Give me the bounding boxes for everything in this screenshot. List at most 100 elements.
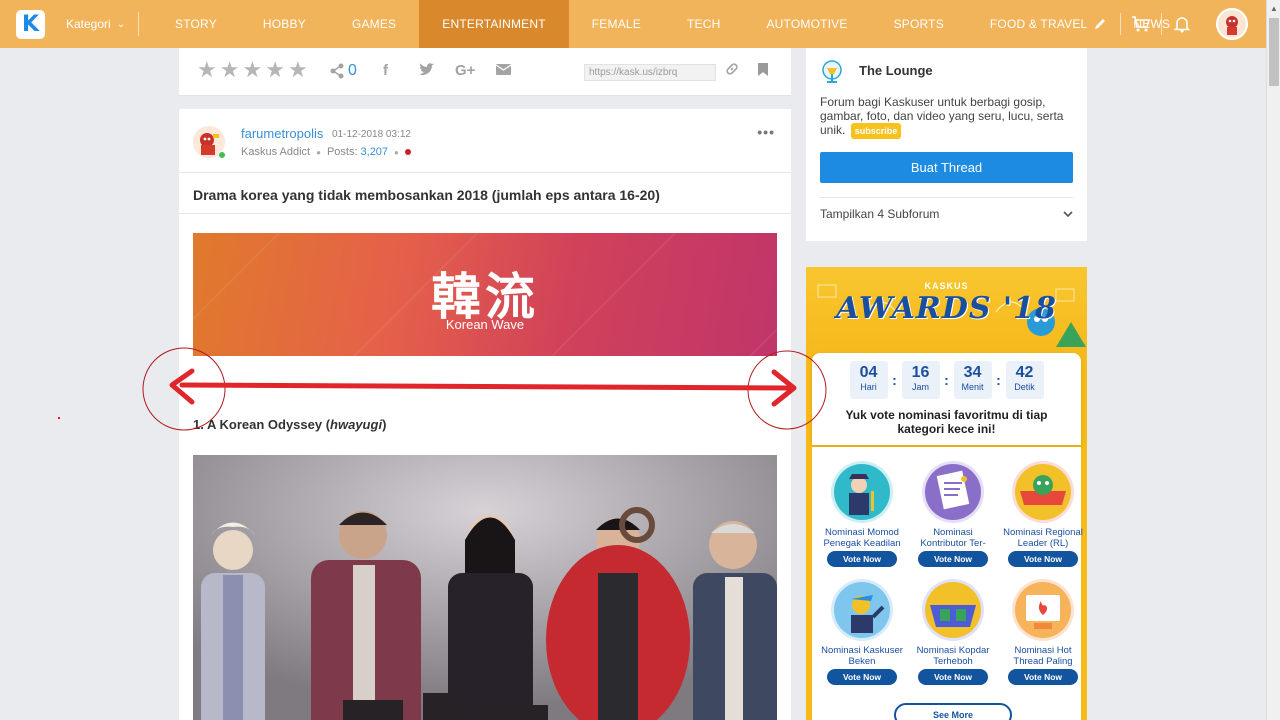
pencil-icon[interactable] [1080, 0, 1120, 48]
nomination-card[interactable]: Nominasi Momod Penegak Keadilan Vote Now [818, 461, 906, 567]
nomination-label: Nominasi Kaskuser Beken [821, 645, 903, 667]
star-icon[interactable]: ★ [288, 60, 308, 82]
nav-item-female[interactable]: FEMALE [569, 0, 664, 48]
meta-separator: ● [394, 147, 399, 157]
nomination-card[interactable]: Nominasi Kaskuser Beken Vote Now [818, 579, 906, 685]
nomination-label: Nominasi Kontributor Ter- [920, 527, 986, 549]
vote-now-button[interactable]: Vote Now [827, 551, 897, 567]
countdown-minutes: 34 Menit [953, 361, 992, 399]
star-icon[interactable]: ★ [220, 60, 240, 82]
nomination-card[interactable]: Nominasi Regional Leader (RL) Vote Now [999, 461, 1087, 567]
more-options-icon[interactable]: ••• [757, 124, 775, 140]
heading-italic: hwayugi [330, 417, 383, 432]
heading-suffix: ) [382, 417, 387, 432]
reputation-indicator [404, 149, 411, 155]
posts-label: Posts: [326, 146, 358, 158]
share-button[interactable]: 0 [329, 62, 357, 80]
nav-item-hobby[interactable]: HOBBY [240, 0, 329, 48]
nominations-grid: Nominasi Momod Penegak Keadilan Vote Now… [812, 447, 1083, 720]
nav-item-tech[interactable]: TECH [664, 0, 743, 48]
facebook-icon[interactable]: f [383, 62, 388, 79]
nomination-label: Nominasi Momod Penegak Keadilan [823, 527, 901, 549]
nav-item-games[interactable]: GAMES [329, 0, 419, 48]
poster-username[interactable]: farumetropolis [241, 126, 323, 141]
top-navbar: K Kategori ⌄ STORY HOBBY GAMES ENTERTAIN… [0, 0, 1266, 48]
scrollbar-thumb[interactable] [1269, 18, 1279, 86]
countdown-separator: : [944, 372, 949, 388]
short-url-field[interactable]: https://kask.us/izbrq [584, 64, 716, 81]
lounge-forum-card: The Lounge Forum bagi Kaskuser untuk ber… [806, 48, 1087, 241]
countdown-separator: : [996, 372, 1001, 388]
countdown-value: 42 [1015, 364, 1034, 381]
nomination-card[interactable]: Nominasi Hot Thread Paling Vote Now [999, 579, 1087, 685]
divider [179, 172, 791, 173]
nav-item-story[interactable]: STORY [152, 0, 240, 48]
share-count: 0 [348, 62, 357, 79]
countdown-unit: Detik [1014, 382, 1035, 392]
nomination-card[interactable]: Nominasi Kontributor Ter- Vote Now [909, 461, 997, 567]
poster-rank: Kaskus Addict [241, 146, 311, 158]
countdown-separator: : [892, 372, 897, 388]
rating-stars[interactable]: ★ ★ ★ ★ ★ [197, 60, 308, 82]
bookmark-icon[interactable] [758, 63, 768, 76]
bell-icon[interactable] [1162, 0, 1202, 48]
user-avatar[interactable] [1216, 8, 1248, 40]
twitter-icon[interactable] [419, 62, 435, 80]
awards-logo: KASKUS AWARDS '18 [806, 281, 1087, 326]
thread-action-bar: ★ ★ ★ ★ ★ 0 f G+ https://kask.us/izbrq [179, 48, 791, 96]
nav-item-sports[interactable]: SPORTS [871, 0, 967, 48]
star-icon[interactable]: ★ [242, 60, 262, 82]
nav-item-automotive[interactable]: AUTOMOTIVE [743, 0, 870, 48]
link-icon[interactable] [725, 62, 739, 79]
lounge-description: Forum bagi Kaskuser untuk berbagi gosip,… [820, 95, 1080, 139]
popular-kaskuser-icon [831, 579, 893, 641]
vote-now-button[interactable]: Vote Now [918, 669, 988, 685]
cart-icon[interactable] [1121, 0, 1161, 48]
thread-post: farumetropolis 01-12-2018 03:12 Kaskus A… [179, 109, 791, 720]
vote-now-button[interactable]: Vote Now [1008, 669, 1078, 685]
awards-title: AWARDS '18 [836, 291, 1057, 326]
banner-subtitle: Korean Wave [445, 317, 525, 332]
countdown-value: 16 [911, 364, 930, 381]
kategori-dropdown[interactable]: Kategori ⌄ [66, 0, 125, 48]
subscribe-button[interactable]: subscribe [850, 123, 902, 139]
awards-brand: KASKUS [924, 281, 969, 291]
star-icon[interactable]: ★ [265, 60, 285, 82]
see-more-button[interactable]: See More [894, 703, 1012, 720]
vote-now-button[interactable]: Vote Now [1008, 551, 1078, 567]
regional-leader-icon [1012, 461, 1074, 523]
create-thread-button[interactable]: Buat Thread [820, 152, 1073, 183]
poster-meta: Kaskus Addict ● Posts: 3,207 ● [241, 146, 411, 158]
posts-count[interactable]: 3,207 [361, 146, 389, 158]
hot-thread-icon [1012, 579, 1074, 641]
countdown-value: 04 [859, 364, 878, 381]
awards-cta-text: Yuk vote nominasi favoritmu di tiap kate… [845, 408, 1048, 436]
countdown-timer: 04 Hari : 16 Jam : 34 Menit : 42 Detik [812, 361, 1081, 399]
divider [820, 197, 1073, 198]
countdown-hours: 16 Jam [901, 361, 940, 399]
chevron-down-icon: ⌄ [116, 18, 126, 30]
kaskus-logo[interactable]: K [16, 10, 45, 39]
category-nav: STORY HOBBY GAMES ENTERTAINMENT FEMALE T… [152, 0, 1193, 48]
post-timestamp: 01-12-2018 03:12 [332, 129, 411, 140]
lounge-title[interactable]: The Lounge [859, 63, 933, 78]
page-scrollbar[interactable]: ▲ [1266, 0, 1280, 720]
countdown-value: 34 [963, 364, 982, 381]
vote-now-button[interactable]: Vote Now [827, 669, 897, 685]
countdown-days: 04 Hari [849, 361, 888, 399]
show-subforums-toggle[interactable]: Tampilkan 4 Subforum [820, 207, 1073, 221]
nomination-card[interactable]: Nominasi Kopdar Terheboh Vote Now [909, 579, 997, 685]
meta-separator: ● [316, 147, 321, 157]
nav-item-entertainment[interactable]: ENTERTAINMENT [419, 0, 569, 48]
share-icon [330, 63, 344, 79]
google-plus-icon[interactable]: G+ [455, 62, 475, 79]
drama-poster-image [193, 455, 777, 720]
countdown-unit: Jam [911, 382, 929, 392]
star-icon[interactable]: ★ [197, 60, 217, 82]
vote-now-button[interactable]: Vote Now [918, 551, 988, 567]
countdown-unit: Menit [961, 382, 984, 392]
awards-countdown-panel: 04 Hari : 16 Jam : 34 Menit : 42 Detik Y… [812, 353, 1081, 445]
scroll-up-arrow-icon[interactable]: ▲ [1267, 0, 1280, 16]
email-icon[interactable] [495, 62, 512, 79]
kaskus-awards-ad[interactable]: KASKUS AWARDS '18 04 Hari : 16 Jam : 34 … [806, 267, 1087, 720]
